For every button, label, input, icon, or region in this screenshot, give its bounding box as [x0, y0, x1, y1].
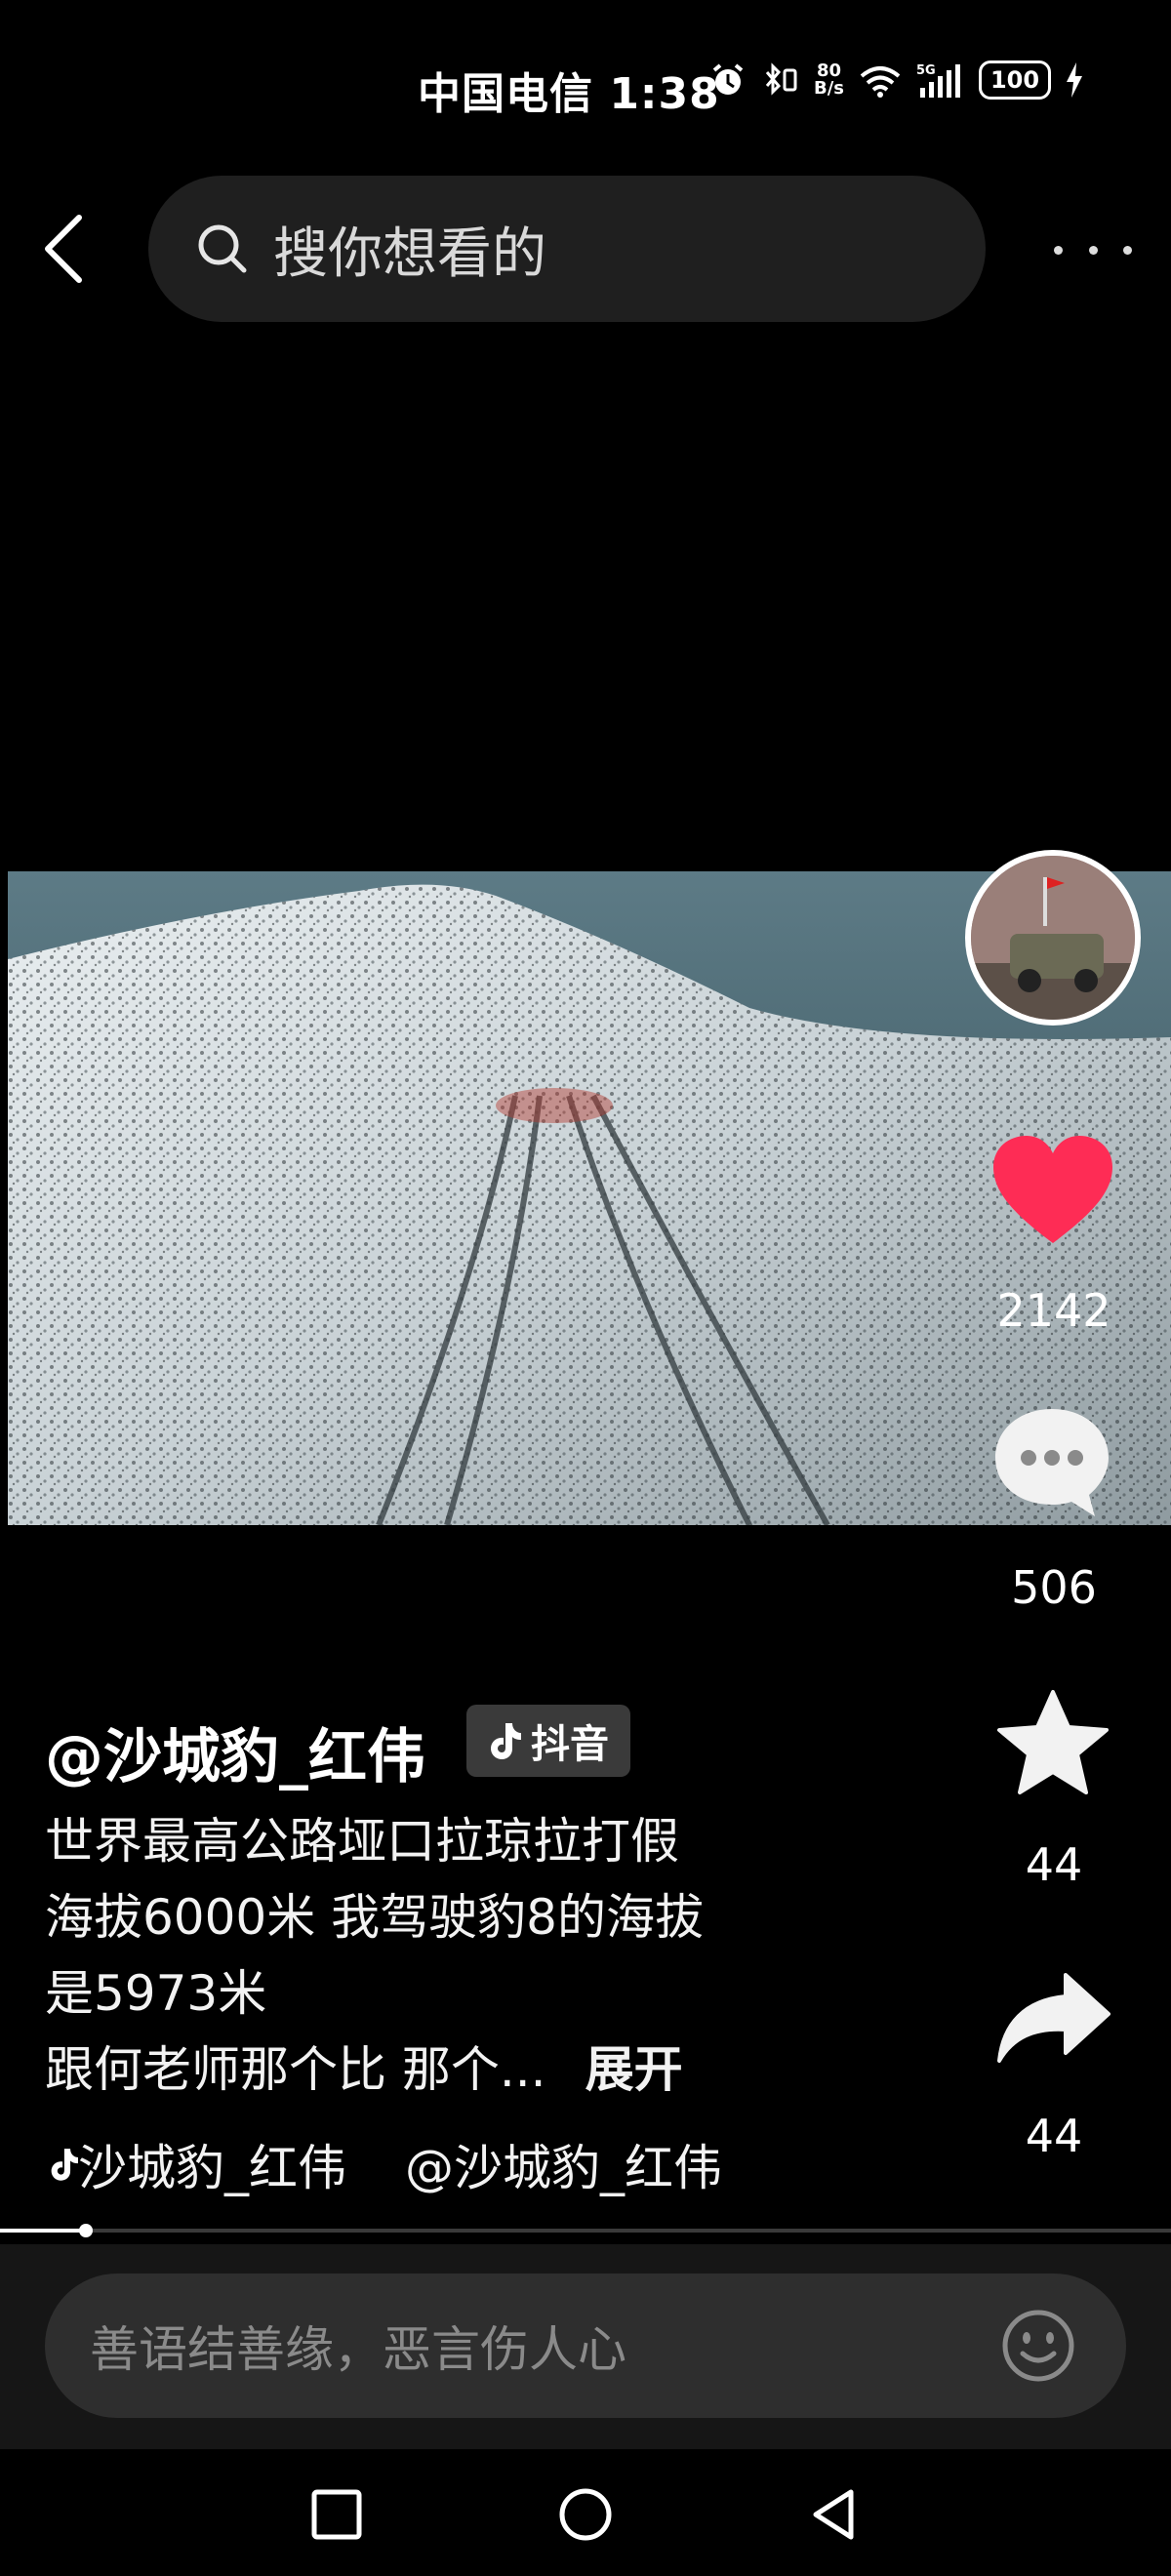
wifi-icon	[860, 66, 901, 98]
comment-count: 506	[1011, 1561, 1097, 1614]
share-count: 44	[1025, 2110, 1083, 2162]
charging-icon	[1067, 62, 1083, 98]
like-count: 2142	[996, 1284, 1111, 1337]
music-tag-label: 沙城豹_红伟	[78, 2140, 346, 2196]
more-dot	[1088, 245, 1098, 255]
comment-placeholder: 善语结善缘，恶言伤人心	[90, 2321, 626, 2378]
search-icon	[198, 224, 247, 273]
home-circle-icon[interactable]	[551, 2480, 620, 2549]
carrier-time: 中国电信 1:38	[418, 69, 720, 119]
system-nav-bar	[0, 2449, 1171, 2576]
expand-button[interactable]: 展开	[586, 2041, 683, 2098]
alarm-icon	[712, 63, 744, 95]
favorite-count: 44	[1025, 1838, 1083, 1891]
app-badge-label: 抖音	[531, 1722, 609, 1767]
description-line: 跟何老师那个比 那个...	[45, 2041, 546, 2098]
back-button[interactable]	[29, 210, 98, 288]
author-avatar[interactable]	[965, 850, 1141, 1026]
search-placeholder: 搜你想看的	[273, 221, 546, 286]
search-bar[interactable]: 搜你想看的	[148, 176, 986, 322]
status-bar: 中国电信 1:38 80 B/s 5G 100	[0, 0, 1171, 166]
video-progress-bar[interactable]	[0, 2224, 1171, 2237]
more-dot	[1054, 245, 1063, 255]
comment-input[interactable]: 善语结善缘，恶言伤人心	[45, 2274, 1126, 2418]
bluetooth-vibrate-icon	[765, 62, 797, 96]
music-tag[interactable]: 沙城豹_红伟	[49, 2129, 346, 2199]
star-icon[interactable]	[995, 1688, 1110, 1797]
comment-bar: 善语结善缘，恶言伤人心	[0, 2244, 1171, 2449]
tiktok-logo-icon	[491, 1723, 521, 1759]
net-speed: 80 B/s	[814, 62, 844, 98]
mention-tag[interactable]: @沙城豹_红伟	[405, 2129, 722, 2199]
share-icon[interactable]	[995, 1971, 1112, 2069]
tag-row: 沙城豹_红伟 @沙城豹_红伟	[49, 2129, 722, 2199]
progress-fill	[0, 2229, 86, 2233]
comment-icon[interactable]	[991, 1405, 1112, 1520]
more-dot	[1123, 245, 1132, 255]
heart-icon[interactable]	[991, 1134, 1114, 1247]
net-speed-unit: B/s	[814, 78, 845, 99]
tiktok-logo-icon	[51, 2149, 78, 2181]
description-line: 是5973米	[45, 1965, 267, 2022]
avatar-image	[971, 856, 1135, 1020]
svg-text:5G: 5G	[916, 63, 936, 78]
description-line: 世界最高公路垭口拉琼拉打假	[45, 1813, 679, 1870]
status-icons: 80 B/s 5G 100	[708, 60, 1084, 100]
description-line: 海拔6000米 我驾驶豹8的海拔	[45, 1889, 704, 1946]
back-triangle-icon[interactable]	[800, 2480, 868, 2549]
author-name[interactable]: @沙城豹_红伟	[45, 1710, 425, 1794]
battery-indicator: 100	[979, 60, 1052, 100]
video-description: 世界最高公路垭口拉琼拉打假 海拔6000米 我驾驶豹8的海拔 是5973米 跟何…	[45, 1803, 787, 2108]
signal-5g-icon: 5G	[916, 63, 961, 98]
description-last-line: 跟何老师那个比 那个... 展开	[45, 2032, 787, 2108]
recents-square-icon[interactable]	[303, 2480, 371, 2549]
chevron-left-icon	[45, 215, 82, 283]
emoji-icon[interactable]	[999, 2307, 1077, 2385]
app-badge[interactable]: 抖音	[466, 1705, 630, 1777]
more-options-button[interactable]	[1054, 230, 1132, 269]
progress-knob[interactable]	[78, 2224, 93, 2237]
